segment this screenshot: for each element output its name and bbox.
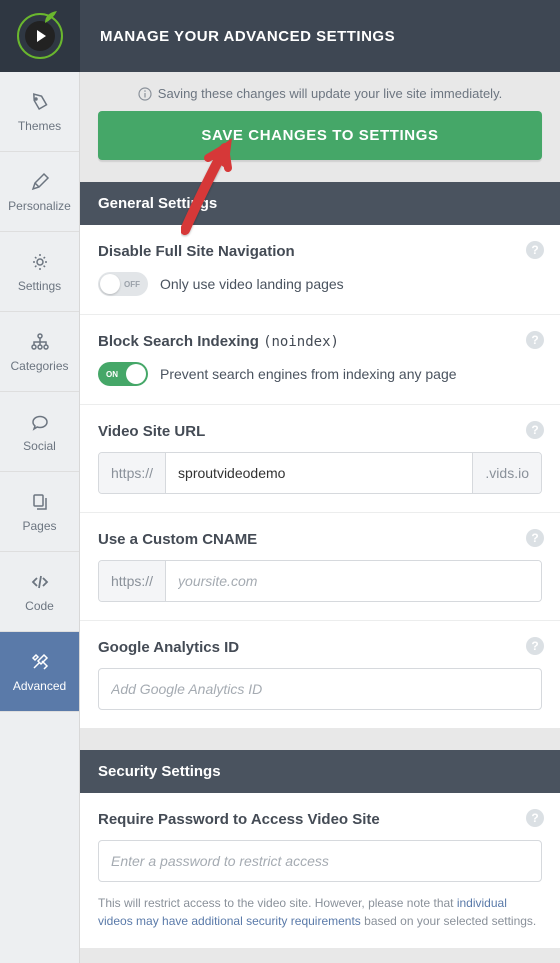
field-site-url: ? Video Site URL https:// .vids.io <box>80 405 560 513</box>
sidebar-item-social[interactable]: Social <box>0 392 79 472</box>
top-bar: MANAGE YOUR ADVANCED SETTINGS <box>0 0 560 72</box>
helper-text: This will restrict access to the video s… <box>98 894 542 930</box>
field-title: Block Search Indexing (noindex) <box>98 333 542 350</box>
chat-icon <box>29 411 51 433</box>
sidebar-item-code[interactable]: Code <box>0 552 79 632</box>
tag-icon <box>29 91 51 113</box>
security-settings-header: Security Settings <box>80 750 560 793</box>
url-prefix: https:// <box>99 453 166 493</box>
tools-icon <box>29 651 51 673</box>
toggle-block-index[interactable]: ON <box>98 362 148 386</box>
page-title: MANAGE YOUR ADVANCED SETTINGS <box>100 28 395 45</box>
field-password: ? Require Password to Access Video Site … <box>80 793 560 948</box>
copy-icon <box>29 491 51 513</box>
toggle-description: Prevent search engines from indexing any… <box>160 366 457 382</box>
general-settings-panel: ? Disable Full Site Navigation OFF Only … <box>80 225 560 728</box>
save-changes-button[interactable]: SAVE CHANGES TO SETTINGS <box>98 111 542 160</box>
help-icon[interactable]: ? <box>526 529 544 547</box>
field-block-index: ? Block Search Indexing (noindex) ON Pre… <box>80 315 560 405</box>
help-icon[interactable]: ? <box>526 241 544 259</box>
gear-icon <box>29 251 51 273</box>
help-icon[interactable]: ? <box>526 637 544 655</box>
toggle-disable-nav[interactable]: OFF <box>98 272 148 296</box>
field-title: Require Password to Access Video Site <box>98 811 542 828</box>
pencil-icon <box>29 171 51 193</box>
sidebar-item-pages[interactable]: Pages <box>0 472 79 552</box>
code-icon <box>29 571 51 593</box>
cname-input[interactable] <box>166 561 541 601</box>
leaf-icon <box>43 9 59 25</box>
main-content: Saving these changes will update your li… <box>80 72 560 963</box>
sidebar-item-advanced[interactable]: Advanced <box>0 632 79 712</box>
field-title: Video Site URL <box>98 423 542 440</box>
field-ga-id: ? Google Analytics ID <box>80 621 560 728</box>
password-input[interactable] <box>98 840 542 882</box>
sitemap-icon <box>29 331 51 353</box>
url-suffix: .vids.io <box>472 453 541 493</box>
help-icon[interactable]: ? <box>526 421 544 439</box>
info-icon <box>138 87 152 101</box>
sidebar-item-personalize[interactable]: Personalize <box>0 152 79 232</box>
site-url-input[interactable] <box>166 453 472 493</box>
help-icon[interactable]: ? <box>526 809 544 827</box>
security-settings-panel: ? Require Password to Access Video Site … <box>80 793 560 948</box>
general-settings-header: General Settings <box>80 182 560 225</box>
sidebar-item-themes[interactable]: Themes <box>0 72 79 152</box>
sidebar-item-settings[interactable]: Settings <box>0 232 79 312</box>
field-disable-nav: ? Disable Full Site Navigation OFF Only … <box>80 225 560 315</box>
ga-id-input[interactable] <box>98 668 542 710</box>
sidebar: Themes Personalize Settings Categories S… <box>0 72 80 963</box>
field-cname: ? Use a Custom CNAME https:// <box>80 513 560 621</box>
app-logo[interactable] <box>0 0 80 72</box>
notice-text: Saving these changes will update your li… <box>158 86 502 101</box>
sidebar-item-categories[interactable]: Categories <box>0 312 79 392</box>
field-title: Google Analytics ID <box>98 639 542 656</box>
help-icon[interactable]: ? <box>526 331 544 349</box>
notice-banner: Saving these changes will update your li… <box>80 72 560 111</box>
field-title: Use a Custom CNAME <box>98 531 542 548</box>
url-prefix: https:// <box>99 561 166 601</box>
toggle-description: Only use video landing pages <box>160 276 344 292</box>
field-title: Disable Full Site Navigation <box>98 243 542 260</box>
